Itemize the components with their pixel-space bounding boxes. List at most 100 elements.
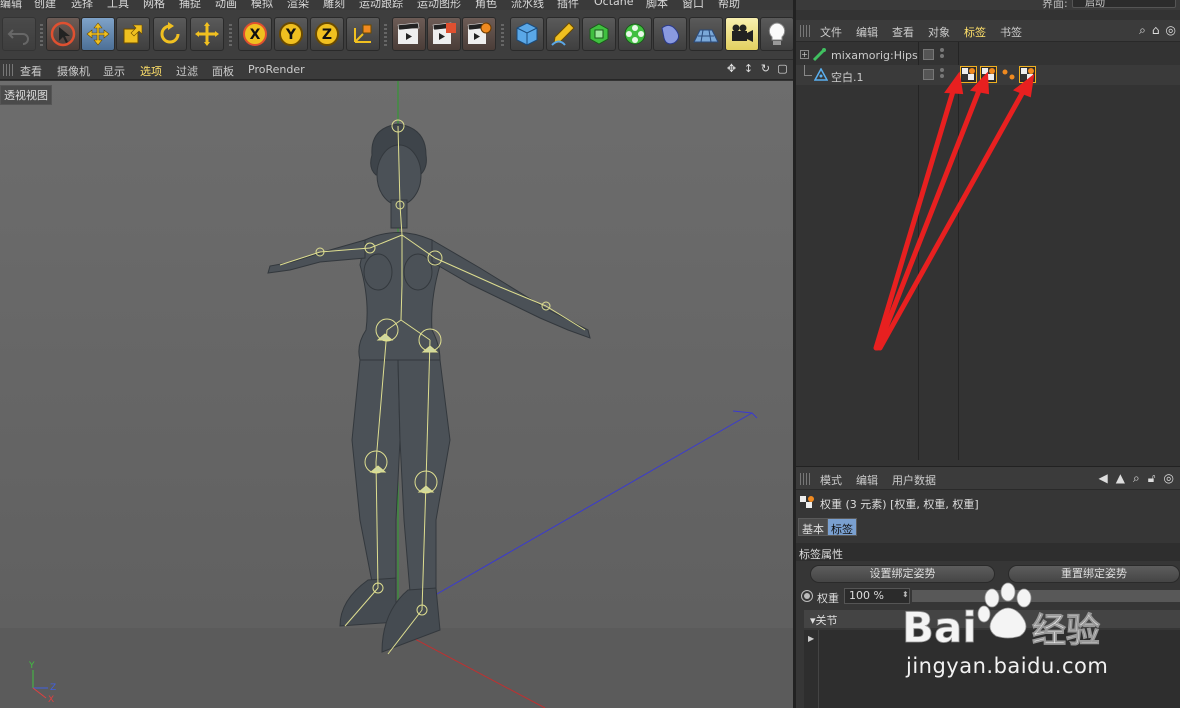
search-icon[interactable]: ⌕ — [1133, 471, 1140, 486]
expand-arrow-icon[interactable]: ▶ — [808, 634, 814, 643]
x-axis-button[interactable]: X — [238, 17, 272, 51]
weight-tag-icon — [800, 496, 814, 508]
menu-window[interactable]: 窗口 — [682, 0, 704, 10]
attr-menu-edit[interactable]: 编辑 — [856, 472, 878, 488]
menu-tools[interactable]: 工具 — [107, 0, 129, 10]
view-icon[interactable]: ◎ — [1166, 23, 1176, 38]
menu-help[interactable]: 帮助 — [718, 0, 740, 10]
viewport-navigation: ✥ ↕ ↻ ▢ — [725, 62, 789, 75]
deformer-button[interactable] — [653, 17, 687, 51]
menu-mesh[interactable]: 网格 — [143, 0, 165, 10]
rotate-tool-button[interactable] — [153, 17, 187, 51]
z-axis-button[interactable]: Z — [310, 17, 344, 51]
menu-pipeline[interactable]: 流水线 — [511, 0, 544, 10]
menu-edit[interactable]: 编辑 — [0, 0, 22, 10]
section-header: 标签属性 — [796, 543, 1180, 561]
layout-select[interactable]: 启动 — [1072, 0, 1176, 9]
object-menu-view[interactable]: 查看 — [892, 24, 914, 40]
transform-tool-button[interactable] — [190, 17, 224, 51]
viewport-menu-filter[interactable]: 过滤 — [176, 63, 198, 79]
svg-text:Y: Y — [285, 27, 297, 43]
menu-create[interactable]: 创建 — [34, 0, 56, 10]
menu-simulate[interactable]: 模拟 — [251, 0, 273, 10]
z-axis-icon: Z — [315, 22, 339, 46]
viewport-menu-options[interactable]: 选项 — [140, 63, 162, 79]
search-icon[interactable]: ⌕ — [1139, 23, 1146, 38]
orbit-icon[interactable]: ↻ — [759, 62, 772, 75]
transform-icon — [195, 22, 219, 46]
floor-button[interactable] — [689, 17, 723, 51]
layout-label: 界面: — [1042, 0, 1068, 10]
back-arrow-icon[interactable]: ◀ — [1099, 471, 1108, 486]
viewport-menu-cameras[interactable]: 摄像机 — [57, 63, 90, 79]
maximize-icon[interactable]: ▢ — [776, 62, 789, 75]
perspective-viewport[interactable]: Y Z X 透视视图 — [0, 81, 793, 708]
baidu-watermark: Bai 经验 jingyan.baidu.com — [900, 580, 1130, 690]
menu-character[interactable]: 角色 — [475, 0, 497, 10]
viewport-menu-prorender[interactable]: ProRender — [248, 63, 305, 76]
object-manager-menu-bar: 文件 编辑 查看 对象 标签 书签 ⌕ ⌂ ◎ — [796, 20, 1180, 42]
subdivision-icon — [589, 23, 609, 45]
render-settings-button[interactable] — [462, 17, 496, 51]
viewport-label: 透视视图 — [0, 85, 52, 105]
object-menu-tags[interactable]: 标签 — [964, 24, 986, 40]
viewport-menu-display[interactable]: 显示 — [103, 63, 125, 79]
move-tool-button[interactable] — [81, 17, 115, 51]
camera-button[interactable] — [725, 17, 759, 51]
panel-grip[interactable] — [3, 64, 13, 76]
menu-animate[interactable]: 动画 — [215, 0, 237, 10]
y-axis-icon: Y — [279, 22, 303, 46]
floor-icon — [693, 29, 719, 43]
subdivision-button[interactable] — [582, 17, 616, 51]
light-button[interactable] — [760, 17, 794, 51]
attr-menu-user-data[interactable]: 用户数据 — [892, 472, 936, 488]
coordinate-system-icon — [354, 24, 372, 43]
viewport-menu-panel[interactable]: 面板 — [212, 63, 234, 79]
tab-tag[interactable]: 标签 — [827, 518, 857, 536]
object-menu-objects[interactable]: 对象 — [928, 24, 950, 40]
live-selection-button[interactable] — [46, 17, 80, 51]
up-arrow-icon[interactable]: ▲ — [1116, 471, 1125, 486]
menu-script[interactable]: 脚本 — [646, 0, 668, 10]
object-menu-edit[interactable]: 编辑 — [856, 24, 878, 40]
attr-menu-mode[interactable]: 模式 — [820, 472, 842, 488]
panel-grip[interactable] — [800, 473, 810, 485]
viewport-menu-view[interactable]: 查看 — [20, 63, 42, 79]
svg-text:X: X — [250, 27, 261, 43]
menu-mograph[interactable]: 运动图形 — [417, 0, 461, 10]
watermark-url: jingyan.baidu.com — [906, 654, 1109, 678]
weight-animate-toggle[interactable] — [801, 590, 813, 602]
menu-select[interactable]: 选择 — [71, 0, 93, 10]
home-icon[interactable]: ⌂ — [1152, 23, 1160, 38]
menu-plugins[interactable]: 插件 — [557, 0, 579, 10]
light-icon — [768, 22, 786, 45]
y-axis-button[interactable]: Y — [274, 17, 308, 51]
menu-motion-tracking[interactable]: 运动跟踪 — [359, 0, 403, 10]
render-view-button[interactable] — [392, 17, 426, 51]
dolly-icon[interactable]: ↕ — [742, 62, 755, 75]
menu-snap[interactable]: 捕捉 — [179, 0, 201, 10]
tab-basic[interactable]: 基本 — [798, 518, 828, 536]
lock-icon[interactable]: 🔓︎ — [1148, 471, 1156, 486]
scale-tool-button[interactable] — [116, 17, 150, 51]
target-icon[interactable]: ◎ — [1164, 471, 1174, 486]
attribute-manager-menu-bar: 模式 编辑 用户数据 ◀ ▲ ⌕ 🔓︎ ◎ — [796, 466, 1180, 490]
svg-text:Z: Z — [322, 27, 332, 43]
render-picture-button[interactable] — [427, 17, 461, 51]
pan-icon[interactable]: ✥ — [725, 62, 738, 75]
coordinate-system-button[interactable] — [346, 17, 380, 51]
pen-icon — [551, 22, 575, 46]
menu-sculpt[interactable]: 雕刻 — [323, 0, 345, 10]
object-list: + mixamorig:Hips 空白.1 — [796, 42, 1180, 460]
main-toolbar: X Y Z — [0, 10, 794, 60]
panel-grip[interactable] — [800, 25, 810, 37]
object-menu-bookmarks[interactable]: 书签 — [1000, 24, 1022, 40]
menu-render[interactable]: 渲染 — [287, 0, 309, 10]
mograph-button[interactable] — [618, 17, 652, 51]
pen-button[interactable] — [546, 17, 580, 51]
object-menu-file[interactable]: 文件 — [820, 24, 842, 40]
menu-octane[interactable]: Octane — [594, 0, 634, 8]
cube-button[interactable] — [510, 17, 544, 51]
undo-button[interactable] — [2, 17, 36, 51]
render-settings-icon — [467, 22, 492, 44]
